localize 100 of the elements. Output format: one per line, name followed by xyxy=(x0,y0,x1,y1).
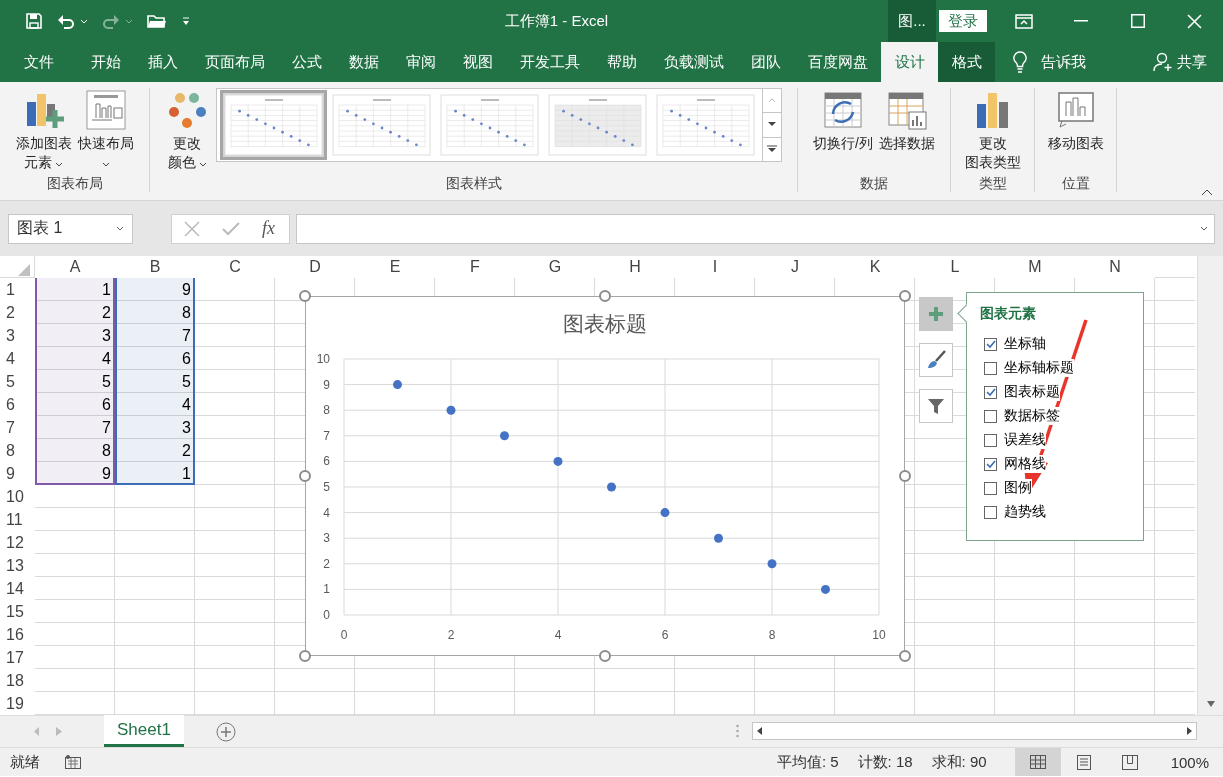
resize-handle[interactable] xyxy=(899,650,911,662)
row-header[interactable]: 7 xyxy=(0,416,35,439)
checkbox[interactable] xyxy=(984,505,997,519)
row-header[interactable]: 15 xyxy=(0,600,35,623)
column-header[interactable]: N xyxy=(1075,256,1155,278)
ribbon-tab[interactable]: 数据 xyxy=(335,42,392,82)
checkbox-label[interactable]: 趋势线 xyxy=(1004,503,1046,521)
add-sheet-icon[interactable] xyxy=(215,721,236,742)
splitter-handle[interactable] xyxy=(736,724,739,738)
row-header[interactable]: 5 xyxy=(0,370,35,393)
checkbox-label[interactable]: 坐标轴 xyxy=(1004,335,1046,353)
scroll-down-icon[interactable] xyxy=(1205,699,1216,709)
column-header[interactable]: C xyxy=(195,256,275,278)
ribbon-tab[interactable]: 开发工具 xyxy=(506,42,593,82)
row-header[interactable]: 4 xyxy=(0,347,35,370)
ribbon-tab[interactable]: 插入 xyxy=(134,42,191,82)
chart-area[interactable]: 图表标题 0 1 2 3 4 5 6 7 8 9 10 0 2 4 6 8 10 xyxy=(305,296,905,656)
chart-style-thumbnail[interactable] xyxy=(222,93,324,157)
row-header[interactable]: 8 xyxy=(0,439,35,462)
ribbon-button[interactable]: 添加图表 元素 xyxy=(13,88,74,174)
maximize-icon[interactable] xyxy=(1130,14,1145,28)
checkbox[interactable] xyxy=(984,385,997,399)
chart-style-thumbnail[interactable] xyxy=(654,93,756,157)
ribbon-tab[interactable]: 视图 xyxy=(449,42,506,82)
column-header[interactable]: E xyxy=(355,256,435,278)
column-header[interactable]: F xyxy=(435,256,515,278)
ribbon-tab[interactable]: 格式 xyxy=(938,42,995,82)
column-header[interactable]: G xyxy=(515,256,595,278)
column-header[interactable]: B xyxy=(115,256,195,278)
undo-icon[interactable] xyxy=(57,13,75,29)
close-icon[interactable] xyxy=(1187,13,1202,29)
chart-style-thumbnail[interactable] xyxy=(546,93,648,157)
customize-icon[interactable] xyxy=(181,16,191,26)
view-button[interactable] xyxy=(1014,748,1061,776)
formula-input[interactable] xyxy=(296,213,1215,244)
chart-tool-button[interactable] xyxy=(919,343,953,377)
column-header[interactable]: K xyxy=(835,256,915,278)
column-header[interactable]: I xyxy=(675,256,755,278)
ribbon-button[interactable]: 切换行/列 xyxy=(811,88,875,155)
row-header[interactable]: 1 xyxy=(0,278,35,301)
resize-handle[interactable] xyxy=(299,650,311,662)
name-box[interactable]: 图表 1 xyxy=(8,213,133,244)
row-header[interactable]: 13 xyxy=(0,554,35,577)
resize-handle[interactable] xyxy=(599,290,611,302)
ribbon-tab[interactable]: 设计 xyxy=(881,42,938,82)
row-header[interactable]: 17 xyxy=(0,646,35,669)
resize-handle[interactable] xyxy=(299,290,311,302)
row-header[interactable]: 19 xyxy=(0,692,35,715)
ribbon-button[interactable]: 选择数据 xyxy=(876,88,937,155)
ribbon-tab[interactable]: 文件 xyxy=(10,42,67,82)
ribbon-tab[interactable]: 负载测试 xyxy=(650,42,737,82)
column-header[interactable]: J xyxy=(755,256,835,278)
checkbox-label[interactable]: 误差线 xyxy=(1004,431,1046,449)
ribbon-display-icon[interactable] xyxy=(1014,13,1033,29)
resize-handle[interactable] xyxy=(899,290,911,302)
checkbox[interactable] xyxy=(984,337,997,351)
ribbon-tab[interactable]: 公式 xyxy=(278,42,335,82)
row-header[interactable]: 2 xyxy=(0,301,35,324)
row-header[interactable]: 10 xyxy=(0,485,35,508)
row-header[interactable]: 3 xyxy=(0,324,35,347)
macro-record-icon[interactable] xyxy=(65,755,81,769)
insert-function-button[interactable]: fx xyxy=(262,218,275,239)
ribbon-tab[interactable]: 团队 xyxy=(737,42,794,82)
row-header[interactable]: 6 xyxy=(0,393,35,416)
ribbon-tab[interactable]: 审阅 xyxy=(392,42,449,82)
checkbox-label[interactable]: 图表标题 xyxy=(1004,383,1060,401)
checkbox-label[interactable]: 坐标轴标题 xyxy=(1004,359,1074,377)
ribbon-tab[interactable]: 帮助 xyxy=(593,42,650,82)
row-header[interactable]: 16 xyxy=(0,623,35,646)
context-tab[interactable]: 图... xyxy=(888,0,936,42)
zoom-level[interactable]: 100% xyxy=(1170,753,1209,771)
row-header[interactable]: 11 xyxy=(0,508,35,531)
checkbox-label[interactable]: 网格线 xyxy=(1004,455,1046,473)
ribbon-tab[interactable]: 开始 xyxy=(77,42,134,82)
ribbon-button[interactable]: 快速布局 xyxy=(75,88,136,174)
checkbox[interactable] xyxy=(984,409,997,423)
share-button[interactable]: 共享 xyxy=(1153,42,1207,82)
ribbon-tab[interactable]: 页面布局 xyxy=(191,42,278,82)
column-header[interactable]: M xyxy=(995,256,1075,278)
ribbon-tab[interactable]: 百度网盘 xyxy=(794,42,881,82)
column-header[interactable]: D xyxy=(275,256,355,278)
ribbon-button[interactable]: 更改 图表类型 xyxy=(962,88,1023,174)
checkbox[interactable] xyxy=(984,481,997,495)
horizontal-scrollbar[interactable] xyxy=(752,722,1197,740)
sign-in-button[interactable]: 登录 xyxy=(939,10,987,32)
folder-icon[interactable] xyxy=(147,13,167,29)
row-header[interactable]: 12 xyxy=(0,531,35,554)
checkbox[interactable] xyxy=(984,361,997,375)
ribbon-button[interactable]: 更改 颜色 xyxy=(165,88,210,174)
ribbon-button[interactable]: 移动图表 xyxy=(1045,88,1106,155)
collapse-ribbon-icon[interactable] xyxy=(1201,189,1213,196)
row-header[interactable]: 18 xyxy=(0,669,35,692)
column-header[interactable]: H xyxy=(595,256,675,278)
checkbox-label[interactable]: 图例 xyxy=(1004,479,1032,497)
checkbox-label[interactable]: 数据标签 xyxy=(1004,407,1060,425)
tell-me-field[interactable]: 告诉我 xyxy=(1041,52,1086,72)
column-header[interactable]: A xyxy=(35,256,115,278)
row-header[interactable]: 14 xyxy=(0,577,35,600)
chart-style-thumbnail[interactable] xyxy=(438,93,540,157)
checkbox[interactable] xyxy=(984,457,997,471)
